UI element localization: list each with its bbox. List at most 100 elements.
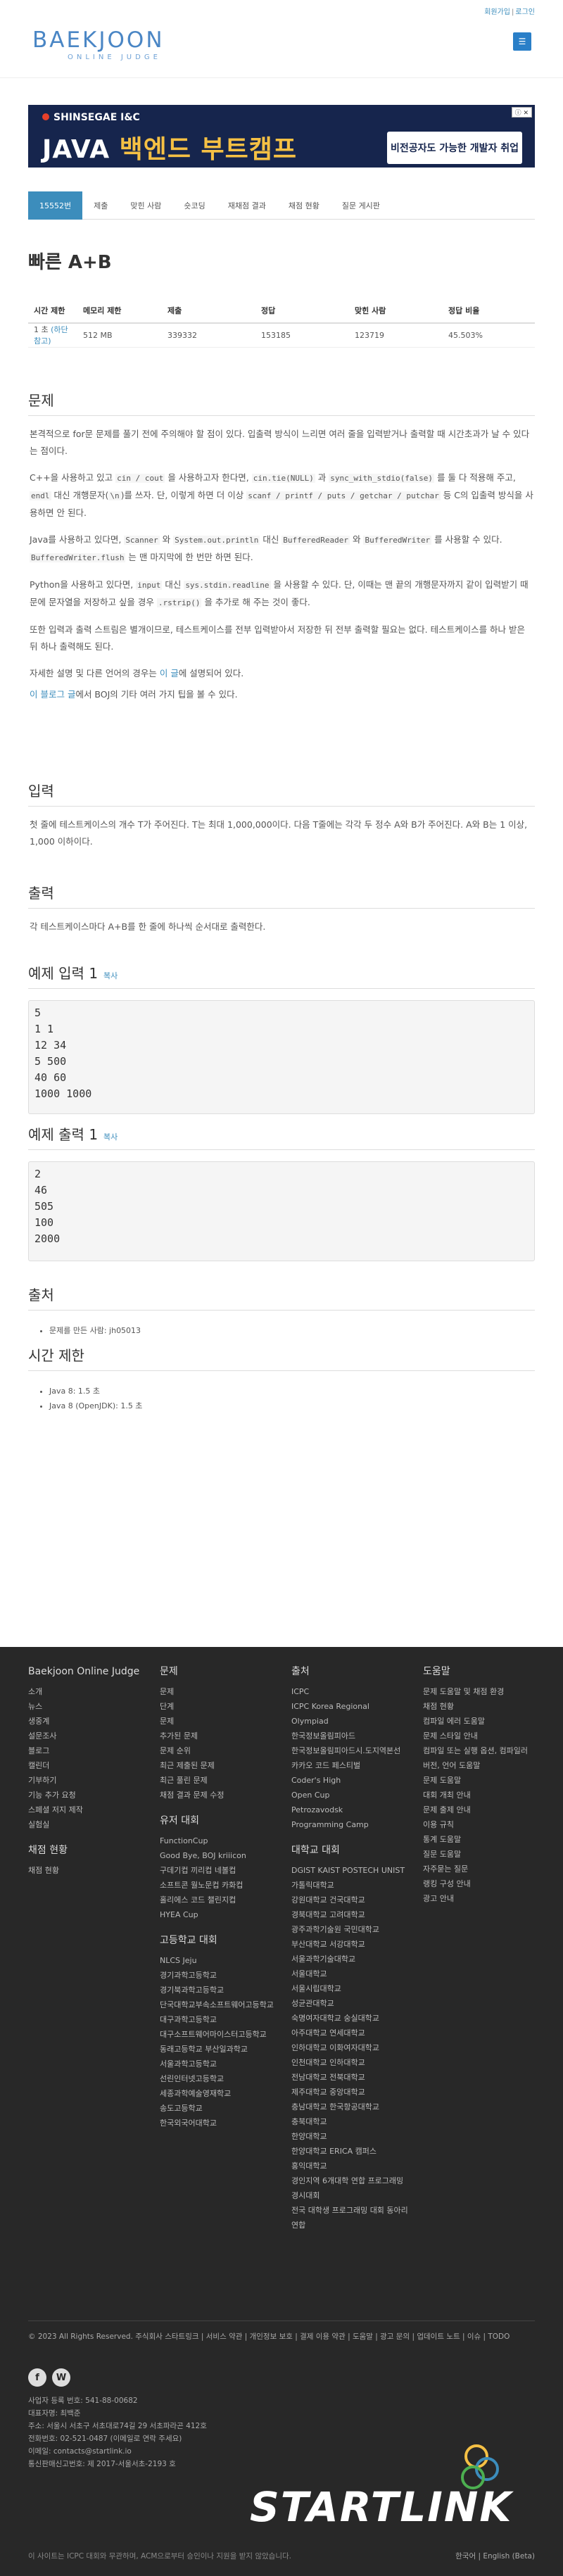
footer-link[interactable]: 자주묻는 질문 — [423, 1862, 536, 1876]
footer-link[interactable]: 서울과학기술대학교 — [291, 1952, 411, 1966]
footer-link[interactable]: Olympiad — [291, 1714, 411, 1729]
footer-link[interactable]: 홍익대학교 — [291, 2159, 411, 2173]
footer-link[interactable]: 아주대학교 연세대학교 — [291, 2026, 411, 2040]
tab-problem[interactable]: 15552번 — [28, 191, 83, 220]
footer-link[interactable]: 실험실 — [28, 1817, 148, 1832]
footer-link[interactable]: 송도고등학교 — [160, 2101, 279, 2116]
footer-link[interactable]: 최근 풀린 문제 — [160, 1773, 279, 1788]
footer-link[interactable]: 전남대학교 전북대학교 — [291, 2070, 411, 2085]
wordpress-icon[interactable]: W — [52, 2368, 70, 2387]
footer-link[interactable]: 컴파일 에러 도움말 — [423, 1714, 536, 1729]
tab-status[interactable]: 채점 현황 — [277, 191, 331, 220]
footer-link[interactable]: Good Bye, BOJ kriiicon — [160, 1848, 279, 1863]
footer-link[interactable]: 한양대학교 — [291, 2129, 411, 2144]
footer-link[interactable]: 추가된 문제 — [160, 1729, 279, 1743]
tab-submit[interactable]: 제출 — [82, 191, 119, 220]
footer-link[interactable]: 문제 도움말 — [423, 1773, 536, 1788]
footer-link[interactable]: 뉴스 — [28, 1699, 148, 1714]
footer-link[interactable]: 대구소프트웨어마이스터고등학교 — [160, 2027, 279, 2042]
footer-link[interactable]: 블로그 — [28, 1743, 148, 1758]
footer-link[interactable]: 스페셜 저지 제작 — [28, 1802, 148, 1817]
tab-short-coding[interactable]: 숏코딩 — [172, 191, 216, 220]
footer-link[interactable]: 단국대학교부속소프트웨어고등학교 — [160, 1997, 279, 2012]
footer-link[interactable]: 문제 스타일 안내 — [423, 1729, 536, 1743]
footer-link[interactable]: 채점 결과 문제 수정 — [160, 1788, 279, 1802]
footer-link[interactable]: 구데기컵 끼리컵 네볼컵 — [160, 1863, 279, 1878]
footer-link[interactable]: 대회 개최 안내 — [423, 1788, 536, 1802]
footer-link[interactable]: 광고 안내 — [423, 1891, 536, 1906]
footer-link[interactable]: 인하대학교 이화여자대학교 — [291, 2040, 411, 2055]
tab-solvers[interactable]: 맞힌 사람 — [119, 191, 172, 220]
footer-link[interactable]: 랭킹 구성 안내 — [423, 1876, 536, 1891]
footer-link[interactable]: 문제 순위 — [160, 1743, 279, 1758]
footer-link[interactable]: 강원대학교 건국대학교 — [291, 1893, 411, 1907]
footer-link[interactable]: 선린인터넷고등학교 — [160, 2071, 279, 2086]
footer-link[interactable]: 소프트콘 월노문컵 카화컵 — [160, 1878, 279, 1893]
footer-link[interactable]: 문제 — [160, 1684, 279, 1699]
footer-link[interactable]: 기능 추가 요청 — [28, 1788, 148, 1802]
footer-link[interactable]: 경북대학교 고려대학교 — [291, 1907, 411, 1922]
footer-link[interactable]: 제주대학교 중앙대학교 — [291, 2085, 411, 2100]
footer-link[interactable]: FunctionCup — [160, 1833, 279, 1848]
footer-link[interactable]: Coder's High — [291, 1773, 411, 1788]
copy-button[interactable]: 복사 — [103, 971, 118, 980]
footer-link[interactable]: 채점 현황 — [28, 1863, 148, 1878]
facebook-icon[interactable]: f — [28, 2368, 46, 2387]
footer-link[interactable]: 카카오 코드 페스티벌 — [291, 1758, 411, 1773]
ad-banner[interactable]: SHINSEGAE I&C JAVA 백엔드 부트캠프 비전공자도 가능한 개발… — [28, 105, 535, 168]
footer-link[interactable]: 한국정보올림피아드 — [291, 1729, 411, 1743]
footer-link[interactable]: 설문조사 — [28, 1729, 148, 1743]
footer-link[interactable]: 부산대학교 서강대학교 — [291, 1937, 411, 1952]
footer-link[interactable]: 캘린더 — [28, 1758, 148, 1773]
tab-rejudge[interactable]: 재채점 결과 — [217, 191, 277, 220]
menu-button[interactable]: ☰ — [513, 32, 531, 51]
footer-link[interactable]: 인천대학교 인하대학교 — [291, 2055, 411, 2070]
footer-link[interactable]: 서울대학교 — [291, 1966, 411, 1981]
footer-link[interactable]: 문제 도움말 및 채점 환경 — [423, 1684, 536, 1699]
footer-link[interactable]: NLCS Jeju — [160, 1953, 279, 1968]
logo[interactable]: BAEKJOON ONLINE JUDGE — [32, 28, 173, 68]
footer-link[interactable]: 한국정보올림피아드시.도지역본선 — [291, 1743, 411, 1758]
signup-link[interactable]: 회원가입 — [484, 8, 510, 16]
footer-link[interactable]: 서울시립대학교 — [291, 1981, 411, 1996]
footer-link[interactable]: 채점 현황 — [423, 1699, 536, 1714]
language-switch[interactable]: 한국어 | English (Beta) — [455, 2551, 535, 2561]
footer-link[interactable]: 동래고등학교 부산일과학교 — [160, 2042, 279, 2057]
footer-link[interactable]: DGIST KAIST POSTECH UNIST 가톨릭대학교 — [291, 1863, 411, 1893]
footer-link[interactable]: 단계 — [160, 1699, 279, 1714]
footer-link[interactable]: 충북대학교 — [291, 2114, 411, 2129]
banner-cta[interactable]: 비전공자도 가능한 개발자 취업 — [387, 132, 522, 164]
footer-link[interactable]: Open Cup — [291, 1788, 411, 1802]
ad-close-icon[interactable]: ⓘ ✕ — [511, 107, 532, 118]
footer-link[interactable]: 경기과학고등학교 — [160, 1968, 279, 1983]
blog-link[interactable]: 이 블로그 글 — [30, 689, 75, 700]
explanation-link[interactable]: 이 글 — [160, 668, 179, 678]
copy-button[interactable]: 복사 — [103, 1132, 118, 1142]
footer-link[interactable]: 문제 출제 안내 — [423, 1802, 536, 1817]
footer-link[interactable]: ICPC Korea Regional — [291, 1699, 411, 1714]
footer-link[interactable]: 기부하기 — [28, 1773, 148, 1788]
footer-link[interactable]: 소개 — [28, 1684, 148, 1699]
footer-link[interactable]: ICPC — [291, 1684, 411, 1699]
footer-link[interactable]: 세종과학예술영재학교 — [160, 2086, 279, 2101]
footer-link[interactable]: 컴파일 또는 실행 옵션, 컴파일러 버전, 언어 도움말 — [423, 1743, 536, 1773]
footer-link[interactable]: 서울과학고등학교 — [160, 2057, 279, 2071]
footer-link[interactable]: 충남대학교 한국항공대학교 — [291, 2100, 411, 2114]
footer-link[interactable]: Programming Camp — [291, 1817, 411, 1832]
footer-link[interactable]: HYEA Cup — [160, 1907, 279, 1922]
footer-link[interactable]: 광주과학기술원 국민대학교 — [291, 1922, 411, 1937]
footer-link[interactable]: 한국외국어대학교 — [160, 2116, 279, 2130]
footer-link[interactable]: 문제 — [160, 1714, 279, 1729]
footer-link[interactable]: 질문 도움말 — [423, 1847, 536, 1862]
sample-input-box[interactable]: 5 1 1 12 34 5 500 40 60 1000 1000 — [28, 1000, 535, 1114]
sample-output-box[interactable]: 2 46 505 100 2000 — [28, 1161, 535, 1261]
footer-link[interactable]: 숙명여자대학교 숭실대학교 — [291, 2011, 411, 2026]
footer-link[interactable]: 최근 제출된 문제 — [160, 1758, 279, 1773]
footer-links[interactable]: © 2023 All Rights Reserved. 주식회사 스타트링크 |… — [28, 2330, 535, 2343]
footer-link[interactable]: Petrozavodsk — [291, 1802, 411, 1817]
tab-board[interactable]: 질문 게시판 — [331, 191, 391, 220]
footer-link[interactable]: 홀리에스 코드 챌린지컵 — [160, 1893, 279, 1907]
footer-link[interactable]: 통계 도움말 — [423, 1832, 536, 1847]
footer-link[interactable]: 대구과학고등학교 — [160, 2012, 279, 2027]
footer-link[interactable]: 생중계 — [28, 1714, 148, 1729]
